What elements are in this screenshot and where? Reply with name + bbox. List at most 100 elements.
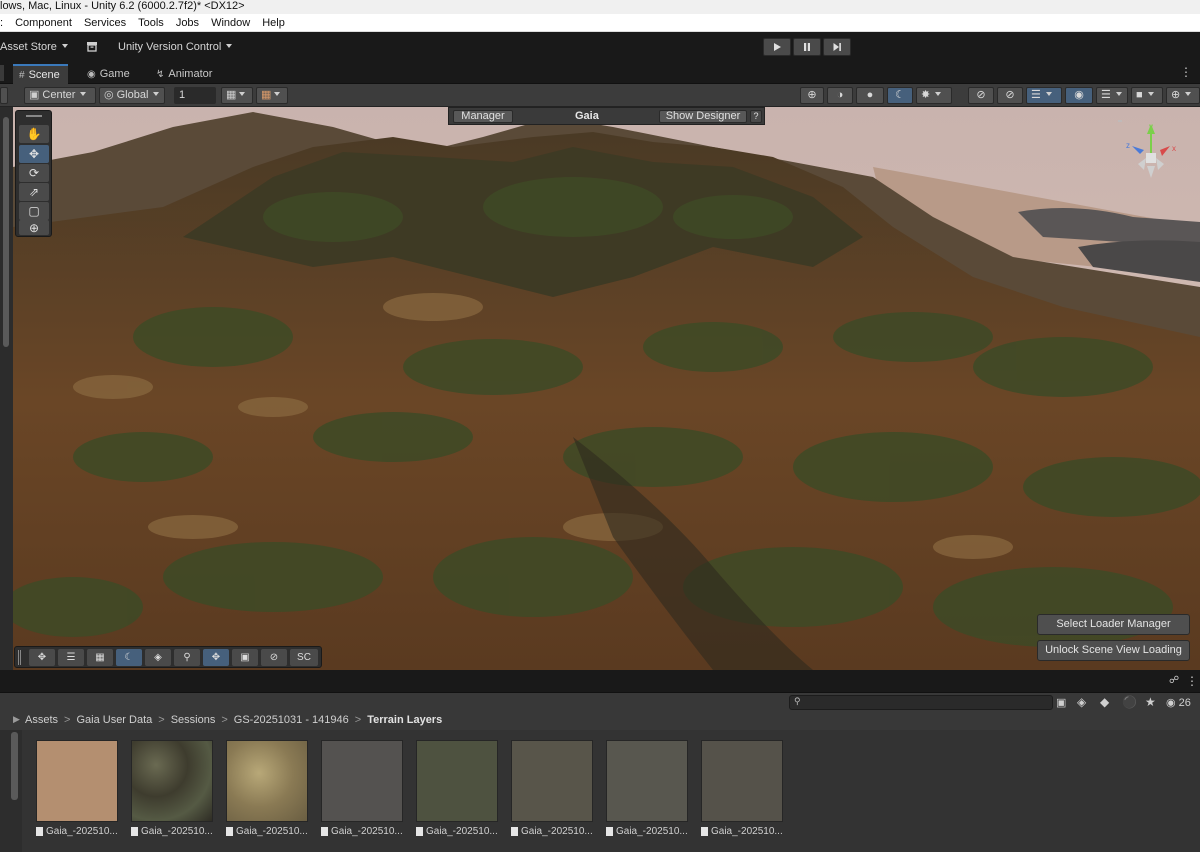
overlay-search-button[interactable]: ⚲ <box>174 649 200 666</box>
step-button[interactable] <box>823 38 851 56</box>
asset-grid: Gaia_-202510... Gaia_-202510... Gaia_-20… <box>0 730 1200 852</box>
shaded-mode-button[interactable]: ● <box>856 87 884 104</box>
kebab-menu-icon[interactable]: ⋮ <box>1186 674 1198 688</box>
overlay-camera-button[interactable]: ▣ <box>232 649 258 666</box>
package-icon[interactable] <box>86 40 98 55</box>
play-button[interactable] <box>763 38 791 56</box>
tab-scene-label: Scene <box>28 69 60 81</box>
tab-game[interactable]: ◉ Game <box>81 64 138 84</box>
grid-size-field[interactable]: 1 <box>174 87 216 104</box>
menu-item-services[interactable]: Services <box>78 14 132 32</box>
file-icon <box>416 827 423 836</box>
tag-icon[interactable]: ◆ <box>1100 695 1109 709</box>
asset-item[interactable]: Gaia_-202510... <box>131 740 215 837</box>
scrollbar-thumb[interactable] <box>3 117 9 347</box>
version-control-dropdown[interactable]: Unity Version Control <box>118 41 233 53</box>
asset-item[interactable]: Gaia_-202510... <box>701 740 785 837</box>
pivot-dropdown[interactable]: ▣ Center <box>24 87 96 104</box>
draw-mode-dropdown[interactable]: ☰ <box>1096 87 1128 104</box>
asset-item[interactable]: Gaia_-202510... <box>606 740 690 837</box>
fx-off-icon: ⊘ <box>1005 89 1015 101</box>
asset-label: Gaia_-202510... <box>521 826 593 837</box>
overlay-layers-button[interactable]: ◈ <box>145 649 171 666</box>
menu-item-edge[interactable]: : <box>0 14 9 32</box>
menu-item-help[interactable]: Help <box>256 14 291 32</box>
moon-icon: ☾ <box>895 89 905 101</box>
audio-toggle-button[interactable]: ⊘ <box>968 87 994 104</box>
warning-filter-icon[interactable]: ⚫ <box>1122 695 1137 709</box>
overlay-lighting-button[interactable]: ☾ <box>116 649 142 666</box>
search-by-type-icon[interactable]: ▣ <box>1056 696 1066 709</box>
animator-icon: ↯ <box>156 69 165 80</box>
chevron-down-icon <box>1045 92 1052 96</box>
camera-dropdown[interactable]: ■ <box>1131 87 1163 104</box>
gaia-help-button[interactable]: ? <box>750 110 762 123</box>
asset-item[interactable]: Gaia_-202510... <box>226 740 310 837</box>
favorite-star-icon[interactable]: ★ <box>1145 695 1156 709</box>
breadcrumb-session-folder[interactable]: GS-20251031 - 141946 <box>234 714 349 726</box>
menu-item-window[interactable]: Window <box>205 14 256 32</box>
gizmo-x-axis[interactable] <box>1160 146 1170 156</box>
fx-toggle-button[interactable]: ⊘ <box>997 87 1023 104</box>
layers-visibility-dropdown[interactable]: ☰ <box>1026 87 1062 104</box>
menu-item-tools[interactable]: Tools <box>132 14 170 32</box>
transform-icon: ⊕ <box>28 220 40 235</box>
breadcrumb-assets[interactable]: Assets <box>25 714 58 726</box>
chevron-down-icon <box>80 92 87 96</box>
space-dropdown[interactable]: ◎ Global <box>99 87 165 104</box>
drag-handle-icon[interactable] <box>18 650 21 665</box>
folder-tree-scrollbar[interactable] <box>0 730 22 852</box>
move-tool-button[interactable]: ✥ <box>19 145 49 163</box>
align-icon: ☰ <box>66 652 76 663</box>
select-loader-manager-button[interactable]: Select Loader Manager <box>1037 614 1190 635</box>
debug-draw-dropdown[interactable]: ✸ <box>916 87 952 104</box>
scale-tool-button[interactable]: ⇗ <box>19 183 49 201</box>
menu-item-component[interactable]: Component <box>9 14 78 32</box>
rect-tool-button[interactable]: ▢ <box>19 202 49 220</box>
breadcrumb-gaia-user-data[interactable]: Gaia User Data <box>76 714 152 726</box>
gaia-manager-button[interactable]: Manager <box>453 110 513 123</box>
menu-item-jobs[interactable]: Jobs <box>170 14 205 32</box>
breadcrumb-terrain-layers[interactable]: Terrain Layers <box>367 714 442 726</box>
search-by-label-icon[interactable]: ◈ <box>1077 695 1086 709</box>
asset-item[interactable]: Gaia_-202510... <box>321 740 405 837</box>
search-input[interactable]: ⚲ <box>789 695 1053 710</box>
overlay-transform-button[interactable]: ✥ <box>203 649 229 666</box>
layers-icon: ◈ <box>154 652 162 663</box>
scrollbar-thumb[interactable] <box>11 732 18 800</box>
rotate-tool-button[interactable]: ⟳ <box>19 164 49 182</box>
orientation-gizmo[interactable]: y x z <box>1108 116 1188 210</box>
show-designer-button[interactable]: Show Designer <box>659 110 747 123</box>
tab-animator[interactable]: ↯ Animator <box>150 64 220 84</box>
tab-scene[interactable]: # Scene <box>13 64 68 84</box>
increment-snap-button[interactable]: ▦ <box>256 87 288 104</box>
overlay-grid-button[interactable]: ▦ <box>87 649 113 666</box>
shaded-wireframe-button[interactable]: ◑ <box>827 87 853 104</box>
unlock-scene-view-loading-button[interactable]: Unlock Scene View Loading <box>1037 640 1190 661</box>
overlay-sc-button[interactable]: SC <box>290 649 318 666</box>
gizmo-z-axis[interactable] <box>1132 146 1144 154</box>
kebab-menu-icon[interactable]: ⋮ <box>1180 66 1192 78</box>
scene-visibility-button[interactable]: ◉ <box>1065 87 1093 104</box>
grid-snap-button[interactable]: ▦ <box>221 87 253 104</box>
lock-icon[interactable]: ☍ <box>1169 675 1179 686</box>
overlay-move-button[interactable]: ✥ <box>29 649 55 666</box>
breadcrumb-sessions[interactable]: Sessions <box>171 714 216 726</box>
pause-button[interactable] <box>793 38 821 56</box>
hidden-packages-toggle[interactable]: ◉ 26 <box>1166 696 1191 709</box>
drag-handle-icon[interactable] <box>26 115 42 117</box>
asset-item[interactable]: Gaia_-202510... <box>511 740 595 837</box>
hand-tool-button[interactable]: ✋ <box>19 125 49 143</box>
asset-store-dropdown[interactable]: Asset Store <box>0 41 68 53</box>
scene-viewport[interactable] <box>13 107 1200 670</box>
gizmos-dropdown[interactable]: ⊕ <box>1166 87 1200 104</box>
rotate-icon: ⟳ <box>28 166 40 180</box>
asset-item[interactable]: Gaia_-202510... <box>416 740 500 837</box>
scene-scrollbar[interactable] <box>0 107 13 670</box>
overlay-compass-button[interactable]: ⊘ <box>261 649 287 666</box>
lighting-mode-button[interactable]: ☾ <box>887 87 913 104</box>
transform-tool-button[interactable]: ⊕ <box>19 220 49 235</box>
wireframe-mode-button[interactable]: ⊕ <box>800 87 824 104</box>
asset-item[interactable]: Gaia_-202510... <box>36 740 120 837</box>
overlay-align-button[interactable]: ☰ <box>58 649 84 666</box>
